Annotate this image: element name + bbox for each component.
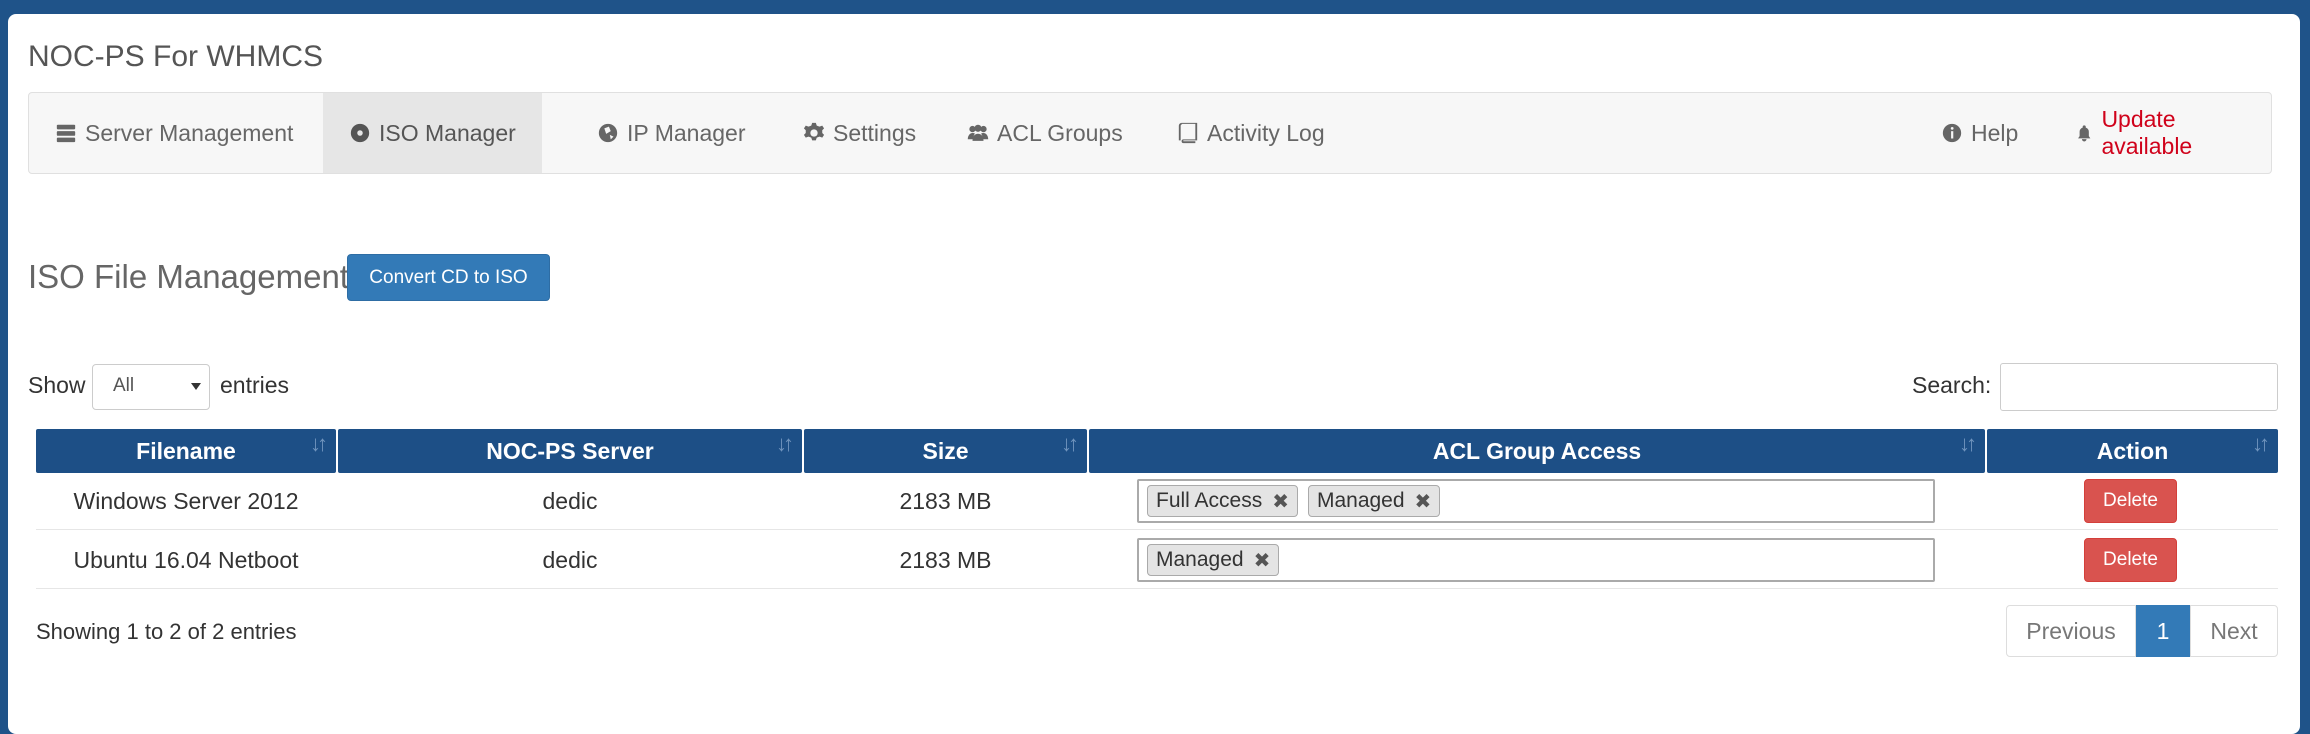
nav-settings[interactable]: Settings <box>777 93 942 173</box>
app-title: NOC-PS For WHMCS <box>28 40 323 73</box>
remove-tag-icon[interactable]: ✖ <box>1272 489 1289 514</box>
globe-icon <box>598 123 618 143</box>
info-icon <box>1942 123 1962 143</box>
cell-filename: Windows Server 2012 <box>73 487 299 514</box>
nav-server-management[interactable]: Server Management <box>29 93 319 173</box>
section-title: ISO File Management <box>28 258 349 295</box>
convert-cd-to-iso-button[interactable]: Convert CD to ISO <box>347 254 550 301</box>
acl-tag-select[interactable]: Managed ✖ <box>1137 538 1935 582</box>
nav-acl-groups[interactable]: ACL Groups <box>941 93 1149 173</box>
show-label: Show <box>28 372 86 398</box>
sort-icon: ↓↑ <box>310 431 328 456</box>
column-header-size[interactable]: Size ↓↑ <box>804 429 1087 473</box>
column-header-action[interactable]: Action ↓↑ <box>1987 429 2278 473</box>
nav-label: Settings <box>833 119 917 146</box>
column-header-label: ACL Group Access <box>1432 437 1642 464</box>
cell-filename: Ubuntu 16.04 Netboot <box>73 546 299 573</box>
acl-tag: Managed ✖ <box>1307 485 1441 517</box>
entries-label: entries <box>220 372 290 398</box>
table-row: Windows Server 2012 dedic 2183 MB Full A… <box>36 472 2278 530</box>
table-row: Ubuntu 16.04 Netboot dedic 2183 MB Manag… <box>36 531 2278 589</box>
column-header-label: NOC-PS Server <box>486 437 654 464</box>
navbar: Server Management ISO Manager IP Manager… <box>28 92 2272 174</box>
column-header-acl-group-access[interactable]: ACL Group Access ↓↑ <box>1089 429 1985 473</box>
bell-icon <box>2078 125 2091 142</box>
column-header-server[interactable]: NOC-PS Server ↓↑ <box>338 429 802 473</box>
nav-label: ISO Manager <box>379 119 516 146</box>
acl-tag-label: Managed <box>1316 489 1405 512</box>
column-header-label: Action <box>2096 437 2169 464</box>
delete-button[interactable]: Delete <box>2084 479 2177 523</box>
nav-help[interactable]: Help <box>1915 93 2044 173</box>
acl-tag-label: Full Access <box>1156 489 1263 512</box>
column-header-label: Size <box>922 437 969 464</box>
nav-label: IP Manager <box>627 119 746 146</box>
cell-server: dedic <box>542 487 598 514</box>
cell-size: 2183 MB <box>899 487 992 514</box>
nav-label: ACL Groups <box>997 119 1123 146</box>
users-icon <box>967 124 989 141</box>
search-input[interactable] <box>2000 363 2278 411</box>
entries-select-value: All <box>113 375 135 396</box>
pagination-page-1[interactable]: 1 <box>2136 605 2190 657</box>
remove-tag-icon[interactable]: ✖ <box>1254 548 1271 573</box>
nav-ip-manager[interactable]: IP Manager <box>571 93 771 173</box>
column-header-filename[interactable]: Filename ↓↑ <box>36 429 336 473</box>
nav-label: Server Management <box>85 119 294 146</box>
server-icon <box>56 124 76 143</box>
column-header-label: Filename <box>136 437 236 464</box>
nav-label: Activity Log <box>1207 119 1325 146</box>
table-info: Showing 1 to 2 of 2 entries <box>36 619 297 644</box>
cell-size: 2183 MB <box>899 546 992 573</box>
gear-icon <box>803 122 825 141</box>
search-label: Search: <box>1912 372 1992 398</box>
acl-tag: Managed ✖ <box>1147 544 1280 576</box>
disc-icon <box>350 123 370 143</box>
acl-tag-label: Managed <box>1156 548 1244 571</box>
cell-server: dedic <box>542 546 598 573</box>
nav-update-available[interactable]: Update available <box>2049 93 2271 173</box>
sort-icon: ↓↑ <box>1061 431 1079 456</box>
caret-down-icon <box>191 383 201 390</box>
sort-icon: ↓↑ <box>1959 431 1977 456</box>
nav-iso-manager[interactable]: ISO Manager <box>323 93 542 173</box>
nav-label: Update available <box>2101 106 2193 159</box>
acl-tag: Full Access ✖ <box>1147 485 1298 517</box>
pagination-previous[interactable]: Previous <box>2006 605 2136 657</box>
nav-activity-log[interactable]: Activity Log <box>1151 93 1351 173</box>
sort-icon: ↓↑ <box>776 431 794 456</box>
remove-tag-icon[interactable]: ✖ <box>1415 489 1432 514</box>
sort-icon: ↓↑ <box>2252 431 2270 456</box>
nav-label: Help <box>1971 119 2019 146</box>
pagination-next[interactable]: Next <box>2190 605 2278 657</box>
delete-button[interactable]: Delete <box>2084 538 2177 582</box>
book-icon <box>1178 122 1198 144</box>
entries-select[interactable]: All <box>92 364 210 410</box>
acl-tag-select[interactable]: Full Access ✖ Managed ✖ <box>1137 479 1935 523</box>
